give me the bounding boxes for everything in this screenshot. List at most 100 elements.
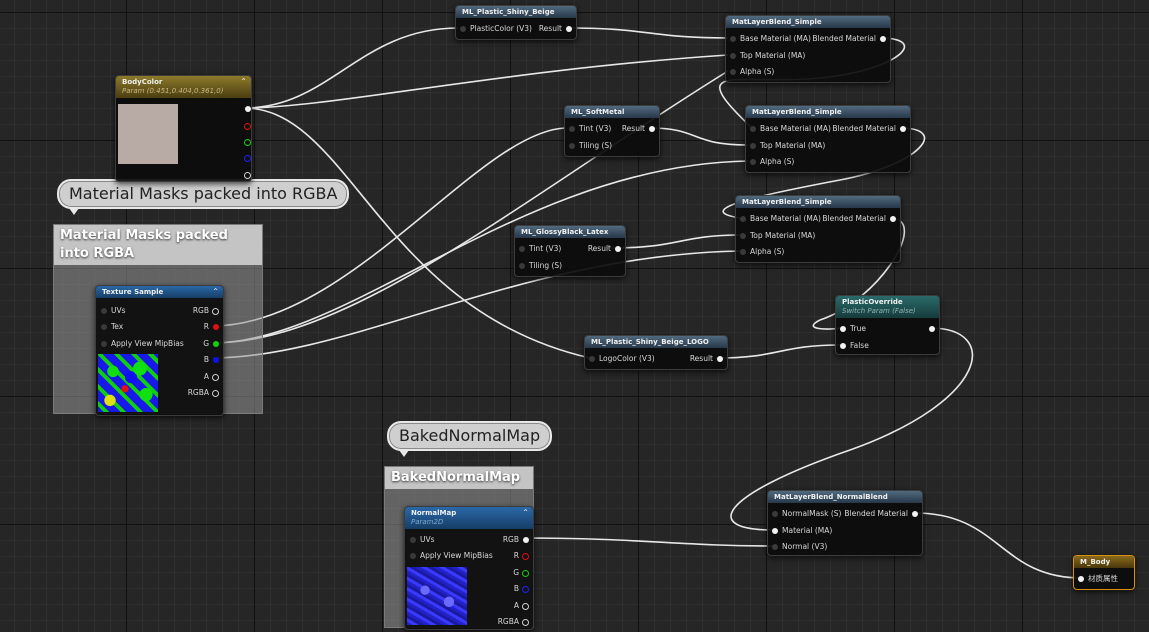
pin-dot-icon[interactable] <box>840 343 846 349</box>
pin-in-alpha[interactable]: Alpha (S) <box>750 157 794 167</box>
node-normal-map[interactable]: NormalMap Param2D ⌃ UVs Apply View MipBi… <box>404 506 534 630</box>
pin-out-g[interactable]: G <box>203 339 219 349</box>
pin-dot-icon[interactable] <box>772 544 778 550</box>
pin-dot-icon[interactable] <box>523 537 529 543</box>
pin-in-top-material[interactable]: Top Material (MA) <box>750 141 825 151</box>
pin-dot-icon[interactable] <box>212 308 219 315</box>
pin-dot-icon[interactable] <box>750 159 756 165</box>
pin-in-tint[interactable]: Tint (V3) <box>569 124 611 134</box>
pin-dot-icon[interactable] <box>522 586 529 593</box>
pin-dot-icon[interactable] <box>213 357 219 363</box>
node-ml-glossyblack-latex[interactable]: ML_GlossyBlack_Latex Tint (V3) Tiling (S… <box>514 225 626 277</box>
pin-out-blended[interactable]: Blended Material <box>812 34 886 44</box>
pin-dot-icon[interactable] <box>890 216 896 222</box>
pin-out-a[interactable]: A <box>204 372 219 382</box>
node-plastic-override[interactable]: PlasticOverride Switch Param (False) Tru… <box>835 295 940 355</box>
pin-out-rgba[interactable]: RGBA <box>188 388 219 398</box>
pin-dot-icon[interactable] <box>929 326 935 332</box>
pin-out-rgba[interactable]: RGBA <box>498 617 529 627</box>
pin-dot-icon[interactable] <box>1078 576 1084 582</box>
pin-out-rgb[interactable]: RGB <box>503 535 529 545</box>
pin-dot-icon[interactable] <box>244 123 251 130</box>
pin-out-b[interactable]: B <box>204 355 219 365</box>
pin-dot-icon[interactable] <box>566 26 572 32</box>
pin-dot-icon[interactable] <box>730 69 736 75</box>
pin-in-uvs[interactable]: UVs <box>101 306 126 316</box>
pin-dot-icon[interactable] <box>569 126 575 132</box>
pin-out-result[interactable]: Result <box>588 244 621 254</box>
node-body-color[interactable]: BodyColor Param (0.451,0.404,0.361,0) ⌃ <box>115 75 252 182</box>
pin-dot-icon[interactable] <box>730 53 736 59</box>
node-ml-softmetal[interactable]: ML_SoftMetal Tint (V3) Tiling (S) Result <box>564 105 660 157</box>
pin-out-r[interactable]: R <box>514 551 529 561</box>
pin-dot-icon[interactable] <box>615 246 621 252</box>
pin-dot-icon[interactable] <box>522 570 529 577</box>
collapse-chevron-icon[interactable]: ⌃ <box>212 287 219 296</box>
pin-in-alpha[interactable]: Alpha (S) <box>730 67 774 77</box>
pin-dot-icon[interactable] <box>213 324 219 330</box>
pin-in-tint[interactable]: Tint (V3) <box>519 244 561 254</box>
pin-dot-icon[interactable] <box>101 324 107 330</box>
pin-in-top-material[interactable]: Top Material (MA) <box>740 231 815 241</box>
node-matlayerblend-simple-3[interactable]: MatLayerBlend_Simple Base Material (MA) … <box>735 195 901 263</box>
pin-dot-icon[interactable] <box>410 537 416 543</box>
node-matlayerblend-simple-2[interactable]: MatLayerBlend_Simple Base Material (MA) … <box>745 105 911 173</box>
node-ml-plastic-shiny-beige[interactable]: ML_Plastic_Shiny_Beige PlasticColor (V3)… <box>455 5 577 40</box>
comment-bubble-masks[interactable]: Material Masks packed into RGBA <box>57 179 350 215</box>
pin-dot-icon[interactable] <box>740 249 746 255</box>
pin-in-mipbias[interactable]: Apply View MipBias <box>410 551 493 561</box>
pin-out-b[interactable]: B <box>514 584 529 594</box>
pin-dot-icon[interactable] <box>730 36 736 42</box>
pin-in-normal[interactable]: Normal (V3) <box>772 542 827 552</box>
pin-in-logo-color[interactable]: LogoColor (V3) <box>589 354 655 364</box>
pin-in-normal-mask[interactable]: NormalMask (S) <box>772 509 841 519</box>
pin-out-blended[interactable]: Blended Material <box>832 124 906 134</box>
pin-in-tiling[interactable]: Tiling (S) <box>569 141 612 151</box>
pin-dot-icon[interactable] <box>717 356 723 362</box>
pin-out-rgb[interactable]: RGB <box>193 306 219 316</box>
pin-dot-icon[interactable] <box>101 341 107 347</box>
pin-out-g[interactable]: G <box>513 568 529 578</box>
pin-in-material[interactable]: Material (MA) <box>772 526 832 536</box>
pin-in-tex[interactable]: Tex <box>101 322 123 332</box>
pin-dot-icon[interactable] <box>519 246 525 252</box>
node-matlayerblend-simple-1[interactable]: MatLayerBlend_Simple Base Material (MA) … <box>725 15 891 83</box>
node-texture-sample[interactable]: Texture Sample ⌃ UVs Tex Apply View MipB… <box>95 285 224 416</box>
pin-dot-icon[interactable] <box>244 155 251 162</box>
pin-dot-icon[interactable] <box>244 172 251 179</box>
pin-out-a[interactable]: A <box>514 601 529 611</box>
node-ml-plastic-logo[interactable]: ML_Plastic_Shiny_Beige_LOGO LogoColor (V… <box>584 335 728 370</box>
pin-in-tiling[interactable]: Tiling (S) <box>519 261 562 271</box>
pin-in-false[interactable]: False <box>840 341 869 351</box>
pin-dot-icon[interactable] <box>212 374 219 381</box>
pin-dot-icon[interactable] <box>589 356 595 362</box>
pin-in-base-material[interactable]: Base Material (MA) <box>740 214 821 224</box>
pin-dot-icon[interactable] <box>840 326 846 332</box>
comment-bubble-normal[interactable]: BakedNormalMap <box>387 421 553 457</box>
pin-dot-icon[interactable] <box>212 390 219 397</box>
pin-dot-icon[interactable] <box>740 216 746 222</box>
pin-dot-icon[interactable] <box>649 126 655 132</box>
pin-dot-icon[interactable] <box>772 528 778 534</box>
pin-in-material-attributes[interactable]: 材质属性 <box>1078 574 1118 584</box>
pin-dot-icon[interactable] <box>522 553 529 560</box>
pin-dot-icon[interactable] <box>244 139 251 146</box>
pin-dot-icon[interactable] <box>569 143 575 149</box>
pin-in-uvs[interactable]: UVs <box>410 535 435 545</box>
pin-dot-icon[interactable] <box>213 341 219 347</box>
pin-dot-icon[interactable] <box>101 308 107 314</box>
node-matlayerblend-normalblend[interactable]: MatLayerBlend_NormalBlend NormalMask (S)… <box>767 490 923 556</box>
pin-dot-icon[interactable] <box>880 36 886 42</box>
pin-in-mipbias[interactable]: Apply View MipBias <box>101 339 184 349</box>
pin-dot-icon[interactable] <box>519 263 525 269</box>
pin-dot-icon[interactable] <box>772 511 778 517</box>
pin-dot-icon[interactable] <box>912 511 918 517</box>
pin-in-alpha[interactable]: Alpha (S) <box>740 247 784 257</box>
pin-dot-icon[interactable] <box>245 106 251 112</box>
pin-in-plastic-color[interactable]: PlasticColor (V3) <box>460 24 532 34</box>
pin-dot-icon[interactable] <box>460 26 466 32</box>
pin-dot-icon[interactable] <box>522 619 529 626</box>
pin-dot-icon[interactable] <box>740 233 746 239</box>
pin-in-top-material[interactable]: Top Material (MA) <box>730 51 805 61</box>
pin-out-result[interactable]: Result <box>690 354 723 364</box>
